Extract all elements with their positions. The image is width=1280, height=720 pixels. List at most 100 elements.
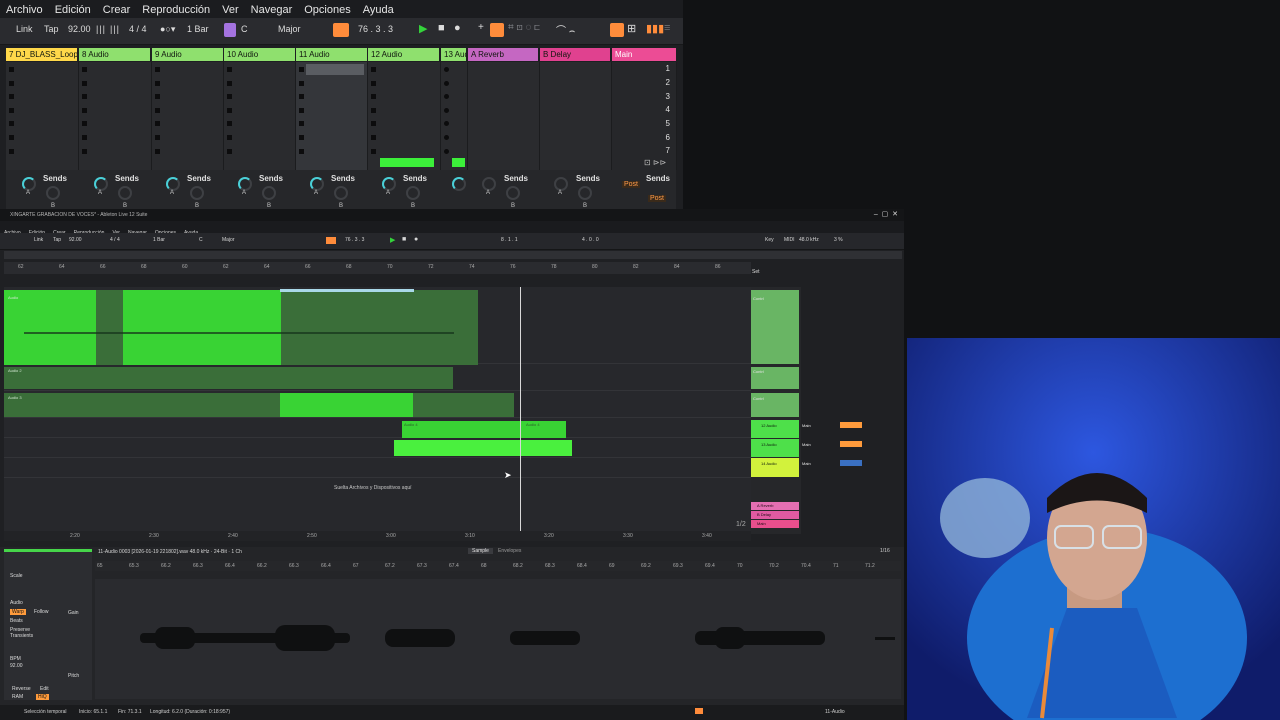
- menu-navegar[interactable]: Navegar: [245, 1, 299, 17]
- key-select[interactable]: C: [199, 237, 203, 243]
- set-button[interactable]: Set: [752, 269, 760, 275]
- menu-archivo[interactable]: Archivo: [0, 1, 49, 17]
- stop-icon[interactable]: ■: [438, 22, 445, 34]
- track-header-main[interactable]: Main: [612, 48, 676, 61]
- clip-slot-stop-icon[interactable]: [82, 67, 87, 72]
- bpm-field[interactable]: 92.00: [10, 663, 23, 669]
- quantize-select[interactable]: 1 Bar: [153, 237, 165, 243]
- clip-slot-record-icon[interactable]: [444, 81, 449, 86]
- scene-number[interactable]: 4: [666, 105, 670, 114]
- automation-arm-button[interactable]: [326, 237, 336, 244]
- reverse-button[interactable]: Reverse: [12, 686, 31, 692]
- track-header-7[interactable]: 7 DJ_BLASS_Loop: [6, 48, 77, 61]
- capture-icon[interactable]: ⊞: [627, 22, 636, 35]
- time-signature-field[interactable]: 4 / 4: [110, 237, 120, 243]
- edit-button[interactable]: Edit: [40, 686, 49, 692]
- audio-clip[interactable]: [4, 367, 453, 389]
- clip-slot-stop-icon[interactable]: [82, 135, 87, 140]
- arrangement-position[interactable]: 76 . 3 . 3: [358, 24, 393, 34]
- tap-button[interactable]: Tap: [44, 24, 59, 34]
- send-a-knob[interactable]: [382, 177, 396, 191]
- clip-column-8[interactable]: [79, 62, 152, 170]
- clip-slot-stop-icon[interactable]: [82, 81, 87, 86]
- send-a-knob[interactable]: [22, 177, 36, 191]
- clip-slot-stop-icon[interactable]: [82, 149, 87, 154]
- menu-opciones[interactable]: Opciones: [298, 1, 356, 17]
- loop-length-field[interactable]: 4 . 0 . 0: [582, 237, 599, 243]
- clip-slot-stop-icon[interactable]: [9, 81, 14, 86]
- beat-ruler[interactable]: 62 64 66 68 60 62 64 66 68 70 72 74 76 7…: [4, 262, 751, 274]
- time-signature-field[interactable]: 4 / 4: [129, 24, 147, 34]
- record-icon[interactable]: ●: [414, 236, 418, 243]
- send-b-knob[interactable]: [506, 186, 520, 200]
- track-header-12[interactable]: 12 Audio: [368, 48, 439, 61]
- scene-number[interactable]: 1: [666, 64, 670, 73]
- metronome-bars-icon[interactable]: |||: [96, 24, 106, 34]
- track-header-13[interactable]: 13 Aud: [441, 48, 466, 61]
- send-a-knob[interactable]: [452, 177, 466, 191]
- clip-slot-stop-icon[interactable]: [155, 135, 160, 140]
- clip-slot-stop-icon[interactable]: [82, 108, 87, 113]
- arrangement-overview[interactable]: [4, 251, 902, 259]
- send-a-knob[interactable]: [482, 177, 496, 191]
- clip-slot-stop-icon[interactable]: [82, 94, 87, 99]
- link-button[interactable]: Link: [16, 24, 33, 34]
- clip-slot-record-icon[interactable]: [444, 94, 449, 99]
- menu-ayuda[interactable]: Ayuda: [357, 1, 400, 17]
- warp-mode-select[interactable]: Beats: [10, 618, 23, 624]
- loop-brace[interactable]: [280, 289, 414, 292]
- clip-slot-record-icon[interactable]: [444, 135, 449, 140]
- scene-number[interactable]: 7: [666, 146, 670, 155]
- send-a-knob[interactable]: [166, 177, 180, 191]
- track-header-b-delay[interactable]: B Delay: [540, 48, 610, 61]
- track-header-8[interactable]: 8 Audio: [79, 48, 150, 61]
- send-b-knob[interactable]: [578, 186, 592, 200]
- send-b-knob[interactable]: [406, 186, 420, 200]
- audio-clip[interactable]: [123, 290, 281, 365]
- post-button[interactable]: Post: [648, 195, 667, 202]
- follow-toggle[interactable]: Follow: [34, 609, 48, 615]
- clip-slot-stop-icon[interactable]: [155, 149, 160, 154]
- send-b-knob[interactable]: [262, 186, 276, 200]
- clip-slot-stop-icon[interactable]: [299, 81, 304, 86]
- menu-reproduccion[interactable]: Reproducción: [136, 1, 216, 17]
- clip-slot-stop-icon[interactable]: [371, 149, 376, 154]
- clip-slot-stop-icon[interactable]: [9, 135, 14, 140]
- clip-slot-stop-icon[interactable]: [9, 94, 14, 99]
- ram-button[interactable]: RAM: [12, 694, 23, 700]
- clip-slot-record-icon[interactable]: [444, 67, 449, 72]
- clip-slot-stop-icon[interactable]: [299, 121, 304, 126]
- post-button[interactable]: Post: [622, 181, 641, 188]
- audio-clip[interactable]: [280, 393, 413, 417]
- clip-slot-stop-icon[interactable]: [371, 121, 376, 126]
- loop-start-field[interactable]: 8 . 1 . 1: [501, 237, 518, 243]
- send-a-knob[interactable]: [310, 177, 324, 191]
- warp-toggle[interactable]: Warp: [10, 609, 26, 615]
- scene-number[interactable]: 2: [666, 78, 670, 87]
- menu-crear[interactable]: Crear: [97, 1, 137, 17]
- send-a-knob[interactable]: [554, 177, 568, 191]
- output-select[interactable]: Main: [802, 442, 811, 447]
- clip-column-10[interactable]: [224, 62, 296, 170]
- scale-select[interactable]: Major: [222, 237, 235, 243]
- track-header-9[interactable]: 9 Audio: [152, 48, 223, 61]
- scene-number[interactable]: 5: [666, 119, 670, 128]
- send-b-knob[interactable]: [46, 186, 60, 200]
- clip-slot-stop-icon[interactable]: [299, 108, 304, 113]
- track-header-11[interactable]: 11 Audio: [296, 48, 367, 61]
- play-icon[interactable]: ▶: [390, 236, 395, 244]
- playhead[interactable]: [520, 287, 521, 534]
- stop-icon[interactable]: ■: [402, 236, 406, 243]
- audio-clip[interactable]: [4, 290, 96, 365]
- clip-column-9[interactable]: [152, 62, 224, 170]
- clip-slot-stop-icon[interactable]: [9, 67, 14, 72]
- send-b-knob[interactable]: [334, 186, 348, 200]
- send-b-knob[interactable]: [190, 186, 204, 200]
- clip-column-13[interactable]: [441, 62, 468, 170]
- arrangement-position[interactable]: 76 . 3 . 3: [345, 237, 364, 243]
- time-ruler[interactable]: 2:20 2:30 2:40 2:50 3:00 3:10 3:20 3:30 …: [4, 531, 751, 541]
- clip-slot-stop-icon[interactable]: [299, 67, 304, 72]
- menu-ver[interactable]: Ver: [216, 1, 245, 17]
- play-icon[interactable]: ▶: [419, 22, 427, 35]
- clip-column-7[interactable]: [6, 62, 79, 170]
